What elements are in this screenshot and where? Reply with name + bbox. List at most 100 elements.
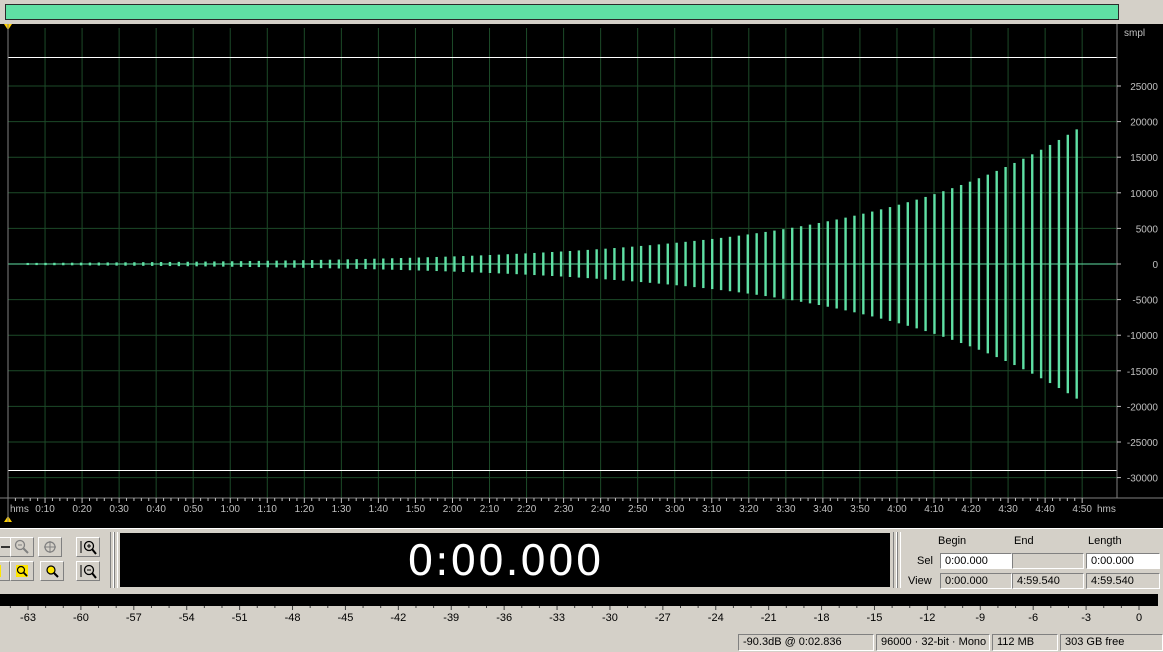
x-tick-label: 4:00	[887, 504, 907, 515]
waveform-bar	[879, 209, 883, 319]
zoom-in-icon[interactable]	[40, 561, 64, 581]
waveform-bar	[924, 196, 927, 332]
level-meter-bar	[0, 594, 1158, 606]
waveform-bar	[648, 245, 652, 283]
x-tick-label: 2:40	[591, 504, 611, 515]
view-length-field[interactable]: 4:59.540	[1086, 573, 1160, 589]
y-tick-label: -20000	[1127, 402, 1159, 413]
sel-label: Sel	[917, 555, 933, 567]
waveform-bar	[346, 259, 349, 269]
waveform-bar	[328, 259, 332, 269]
meter-tick-label: -42	[390, 612, 406, 624]
zoom-right-icon[interactable]	[10, 561, 34, 581]
waveform-bar	[1022, 158, 1025, 370]
waveform-bar	[266, 260, 269, 268]
waveform-bar	[559, 251, 563, 277]
waveform-bar	[355, 259, 358, 269]
x-tick-label: 2:00	[443, 504, 463, 515]
meter-tick-label: -12	[919, 612, 935, 624]
x-axis-unit-label: hms	[10, 504, 29, 515]
waveform-bar	[702, 239, 705, 289]
waveform-bar	[942, 191, 945, 337]
waveform-bar	[186, 261, 189, 267]
waveform-bar	[159, 262, 163, 266]
x-tick-label: 4:30	[998, 504, 1018, 515]
y-tick-label: 10000	[1130, 189, 1158, 200]
x-tick-label: 1:50	[406, 504, 426, 515]
view-end-field[interactable]: 4:59.540	[1012, 573, 1084, 589]
waveform-bar	[915, 199, 918, 329]
waveform-bar	[26, 262, 29, 266]
waveform-bar	[959, 184, 963, 344]
sel-length-field[interactable]: 0:00.000	[1086, 553, 1160, 569]
meter-tick-label: -9	[975, 612, 985, 624]
zoom-left-icon[interactable]	[0, 561, 10, 581]
waveform-bar	[719, 237, 723, 291]
status-level: -90.3dB @ 0:02.836	[738, 634, 874, 651]
waveform-bar	[524, 253, 527, 275]
waveform-bar	[817, 222, 821, 306]
x-tick-label: 1:20	[295, 504, 315, 515]
meter-tick-label: -45	[337, 612, 353, 624]
zoom-out-full-icon[interactable]	[10, 537, 34, 557]
waveform-bar	[871, 211, 874, 317]
waveform-bar	[799, 226, 803, 302]
y-axis-unit-label: smpl	[1124, 28, 1145, 39]
x-tick-label: 4:10	[924, 504, 944, 515]
x-tick-label: 0:10	[35, 504, 55, 515]
waveform-bar	[373, 258, 376, 270]
waveform-bar	[168, 261, 172, 267]
waveform-bar	[844, 217, 847, 311]
x-tick-label: 0:20	[72, 504, 92, 515]
waveform-bar	[1066, 134, 1070, 394]
waveform-bar	[382, 258, 385, 270]
meter-tick-label: -57	[126, 612, 142, 624]
meter-tick-label: -33	[549, 612, 565, 624]
waveform-bar	[248, 261, 252, 267]
waveform-bar	[62, 262, 65, 266]
x-tick-label: 2:10	[480, 504, 500, 515]
time-display: 0:00.000	[120, 533, 890, 587]
sel-end-field[interactable]	[1012, 553, 1084, 569]
waveform-bar	[35, 262, 38, 266]
waveform-bar	[1057, 139, 1061, 389]
waveform-bar	[230, 261, 234, 267]
overview-range[interactable]	[5, 4, 1119, 20]
x-tick-label: 2:20	[517, 504, 537, 515]
waveform-bar	[390, 258, 394, 270]
waveform-bar	[986, 174, 989, 354]
zoom-in-vertical-icon[interactable]	[76, 537, 100, 557]
length-header: Length	[1088, 535, 1122, 547]
waveform-bar	[711, 238, 714, 290]
x-tick-label: 3:10	[702, 504, 722, 515]
y-tick-label: 25000	[1130, 82, 1158, 93]
waveform-bar	[728, 236, 732, 292]
waveform-canvas[interactable]: smpl 25000 20000 15000 10000 5000 0 -5000 -10000…	[0, 24, 1163, 528]
x-tick-label: 3:40	[813, 504, 833, 515]
meter-tick-label: -3	[1081, 612, 1091, 624]
waveform-bar	[684, 241, 687, 287]
x-tick-label: 3:30	[776, 504, 796, 515]
waveform-bar	[906, 202, 909, 326]
status-format: 96000 · 32-bit · Mono	[876, 634, 990, 651]
waveform-bar	[542, 252, 545, 276]
waveform-bar	[302, 260, 305, 268]
waveform-bar	[1004, 167, 1007, 361]
zoom-out-vertical-icon[interactable]	[76, 561, 100, 581]
status-bar: -90.3dB @ 0:02.836 96000 · 32-bit · Mono…	[0, 632, 1163, 652]
waveform-display[interactable]: smpl 25000 20000 15000 10000 5000 0 -5000 -10000…	[0, 24, 1163, 528]
x-tick-label: 3:00	[665, 504, 685, 515]
waveform-bar	[106, 262, 109, 266]
overview-bar[interactable]	[0, 0, 1163, 24]
waveform-bar	[1031, 154, 1034, 374]
meter-tick-label: -54	[179, 612, 195, 624]
waveform-bar	[239, 261, 243, 267]
waveform-bar	[133, 262, 136, 266]
waveform-bar	[471, 255, 474, 273]
zoom-selection-icon[interactable]	[38, 537, 62, 557]
view-begin-field[interactable]: 0:00.000	[940, 573, 1012, 589]
y-tick-label: -30000	[1127, 474, 1159, 485]
sel-begin-field[interactable]: 0:00.000	[940, 553, 1012, 569]
waveform-bar	[1075, 129, 1078, 399]
waveform-bar	[533, 252, 536, 276]
